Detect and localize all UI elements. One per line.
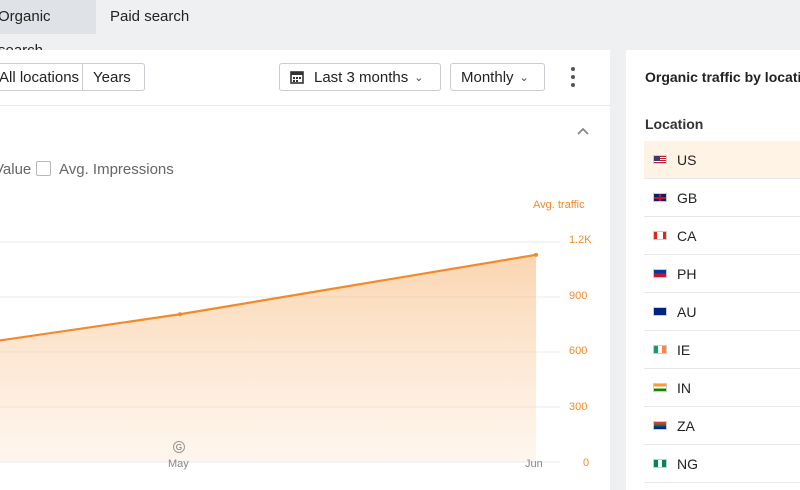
date-range-label: Last 3 months — [314, 68, 409, 86]
location-name: IN — [677, 379, 691, 396]
za-flag-icon — [653, 421, 667, 430]
date-range-dropdown[interactable]: Last 3 months ⌄ — [279, 63, 441, 91]
list-item[interactable]: AU — [644, 293, 800, 331]
granularity-dropdown[interactable]: Monthly ⌄ — [450, 63, 545, 91]
location-name: CA — [677, 227, 697, 244]
search-type-tabs: Organic search Paid search — [0, 0, 800, 59]
list-item[interactable]: NG — [644, 445, 800, 483]
impressions-checkbox[interactable] — [36, 161, 51, 176]
location-name: IE — [677, 341, 691, 358]
chart-toolbar: All locations ⌄ Years Last 3 months ⌄ Mo… — [0, 50, 610, 106]
us-flag-icon — [653, 155, 667, 164]
list-item[interactable]: ZA — [644, 407, 800, 445]
ytick-label: 0 — [583, 457, 590, 469]
au-flag-icon — [653, 307, 667, 316]
list-item[interactable]: CA — [644, 217, 800, 255]
tab-paid-search[interactable]: Paid search — [98, 0, 201, 34]
ng-flag-icon — [653, 459, 667, 468]
location-name: US — [677, 151, 697, 168]
more-options-icon[interactable] — [566, 67, 580, 87]
ytick-label: 1.2K — [569, 234, 592, 246]
ytick-label: 600 — [569, 345, 588, 357]
chevron-down-icon: ⌄ — [414, 71, 424, 84]
data-point[interactable] — [178, 312, 182, 317]
location-name: NG — [677, 455, 698, 472]
gb-flag-icon — [653, 193, 667, 202]
panel-title: Organic traffic by location — [645, 69, 800, 85]
locations-label: All locations — [0, 68, 80, 86]
traffic-area — [0, 254, 536, 462]
years-label: Years — [93, 68, 131, 86]
location-column-header: Location — [645, 116, 704, 132]
calendar-icon — [290, 71, 304, 84]
location-list: US GB CA PH AU IE IN ZA NG — [644, 141, 800, 483]
location-name: ZA — [677, 417, 695, 434]
ca-flag-icon — [653, 231, 667, 240]
tab-organic-search[interactable]: Organic search — [0, 0, 96, 59]
ie-flag-icon — [653, 345, 667, 354]
locations-dropdown[interactable]: All locations ⌄ — [0, 63, 94, 91]
traffic-area-chart — [0, 241, 560, 463]
chevron-up-icon[interactable] — [574, 122, 592, 140]
xtick-label: Jun — [525, 458, 543, 470]
list-item[interactable]: IE — [644, 331, 800, 369]
ytick-label: 900 — [569, 290, 588, 302]
list-item[interactable]: PH — [644, 255, 800, 293]
years-button[interactable]: Years — [82, 63, 145, 91]
google-update-icon[interactable]: G — [173, 441, 185, 453]
xtick-label: May — [168, 458, 189, 470]
location-name: AU — [677, 303, 697, 320]
location-name: GB — [677, 189, 698, 206]
chevron-down-icon: ⌄ — [519, 71, 529, 84]
list-item[interactable]: US — [644, 141, 800, 179]
data-point[interactable] — [534, 252, 538, 257]
y-axis-title: Avg. traffic — [533, 199, 585, 211]
legend-impressions-label: Avg. Impressions — [59, 161, 174, 178]
granularity-label: Monthly — [461, 68, 514, 86]
legend-value-label: Value — [0, 161, 32, 178]
traffic-chart-card: All locations ⌄ Years Last 3 months ⌄ Mo… — [0, 50, 610, 490]
location-name: PH — [677, 265, 697, 282]
list-item[interactable]: GB — [644, 179, 800, 217]
ytick-label: 300 — [569, 401, 588, 413]
location-panel: Organic traffic by location Location US … — [626, 50, 800, 490]
list-item[interactable]: IN — [644, 369, 800, 407]
ph-flag-icon — [653, 269, 667, 278]
in-flag-icon — [653, 383, 667, 392]
